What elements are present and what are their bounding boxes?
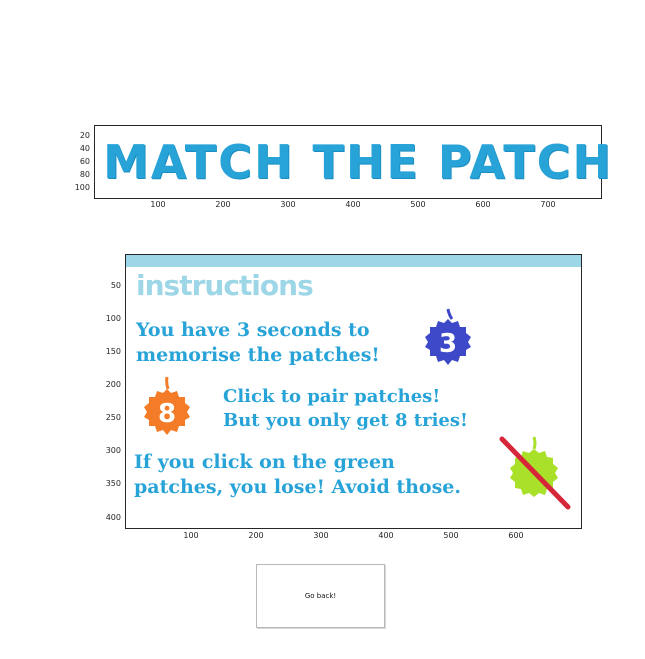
instruction-line: patches, you lose! Avoid those. bbox=[134, 476, 462, 498]
go-back-button[interactable]: Go back! bbox=[256, 564, 385, 628]
instruction-line: Click to pair patches! bbox=[223, 386, 441, 407]
badge-three-number: 3 bbox=[439, 329, 457, 359]
instructions-heading: instructions bbox=[136, 269, 314, 302]
title-text: MATCH THE PATCH bbox=[103, 135, 613, 189]
title-y-tick: 80 bbox=[79, 170, 90, 179]
instructions-axes: instructions You have 3 seconds to memor… bbox=[125, 254, 582, 529]
instruction-line: memorise the patches! bbox=[136, 344, 380, 366]
instr-x-tick: 500 bbox=[443, 531, 459, 540]
instr-x-tick: 100 bbox=[183, 531, 199, 540]
badge-eight-number: 8 bbox=[158, 399, 176, 429]
instr-x-tick: 200 bbox=[248, 531, 264, 540]
green-patch-forbidden-icon bbox=[496, 433, 576, 513]
header-band bbox=[126, 255, 581, 267]
badge-three-icon: 3 bbox=[421, 305, 475, 371]
instr-y-tick: 350 bbox=[105, 479, 121, 488]
title-x-tick: 300 bbox=[280, 200, 296, 209]
instr-y-tick: 50 bbox=[110, 281, 121, 290]
badge-eight-icon: 8 bbox=[140, 373, 194, 441]
title-y-tick: 60 bbox=[79, 157, 90, 166]
instr-x-tick: 300 bbox=[313, 531, 329, 540]
title-y-tick: 100 bbox=[74, 183, 90, 192]
instr-y-tick: 400 bbox=[105, 513, 121, 522]
title-x-tick: 700 bbox=[540, 200, 556, 209]
instr-x-tick: 600 bbox=[508, 531, 524, 540]
instruction-line: But you only get 8 tries! bbox=[223, 410, 468, 431]
title-y-tick: 40 bbox=[79, 144, 90, 153]
title-x-tick: 600 bbox=[475, 200, 491, 209]
title-x-tick: 400 bbox=[345, 200, 361, 209]
title-x-tick: 100 bbox=[150, 200, 166, 209]
instr-y-tick: 250 bbox=[105, 413, 121, 422]
instr-x-tick: 400 bbox=[378, 531, 394, 540]
instr-y-tick: 100 bbox=[105, 314, 121, 323]
title-axes: MATCH THE PATCH bbox=[94, 125, 613, 199]
instr-y-tick: 150 bbox=[105, 347, 121, 356]
instr-y-tick: 200 bbox=[105, 380, 121, 389]
title-x-tick: 500 bbox=[410, 200, 426, 209]
title-x-tick: 200 bbox=[215, 200, 231, 209]
instruction-line: You have 3 seconds to bbox=[136, 319, 370, 341]
title-y-tick: 20 bbox=[79, 131, 90, 140]
instruction-line: If you click on the green bbox=[134, 451, 395, 473]
instr-y-tick: 300 bbox=[105, 446, 121, 455]
